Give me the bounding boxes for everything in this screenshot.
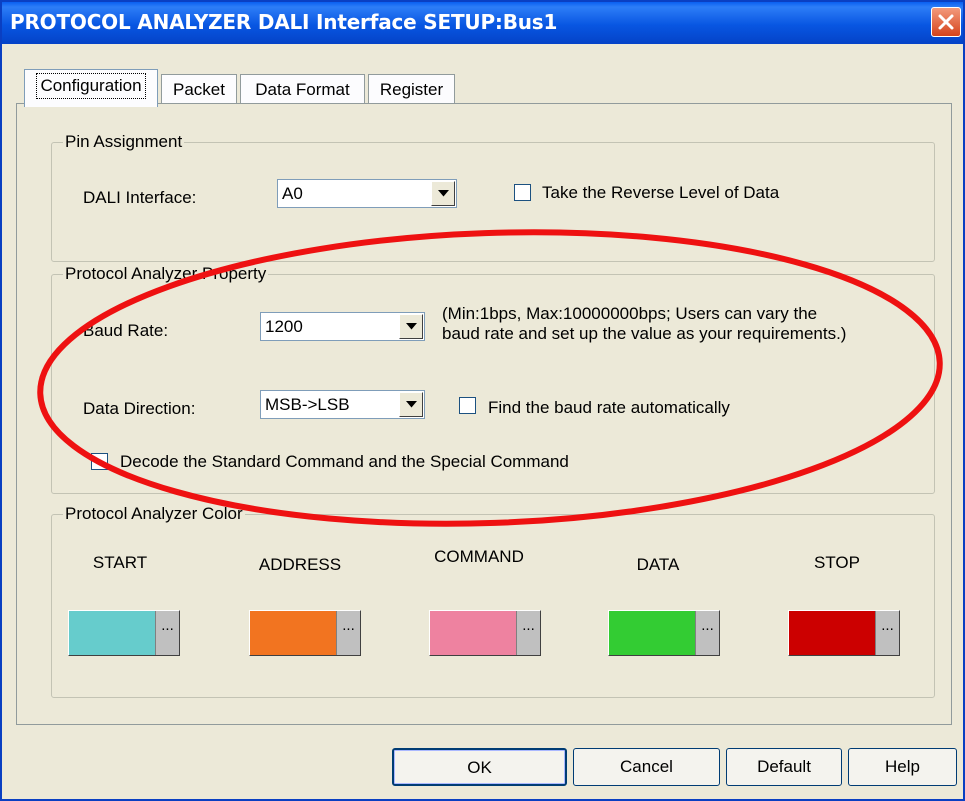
color-fill [69, 611, 155, 655]
property-legend: Protocol Analyzer Property [63, 264, 269, 284]
auto-baud-checkbox[interactable] [459, 397, 476, 414]
reverse-level-label: Take the Reverse Level of Data [542, 183, 780, 202]
dropdown-button[interactable] [399, 314, 423, 339]
color-fill [430, 611, 516, 655]
tab-panel-configuration: Pin Assignment DALI Interface: A0 Take t… [16, 103, 952, 725]
color-fill [609, 611, 695, 655]
color-label-stop: STOP [814, 553, 860, 572]
decode-commands-checkbox[interactable] [91, 453, 108, 470]
decode-commands-label: Decode the Standard Command and the Spec… [120, 452, 569, 471]
auto-baud-label: Find the baud rate automatically [488, 398, 730, 417]
pin-assignment-legend: Pin Assignment [63, 132, 185, 152]
close-button[interactable] [931, 7, 961, 37]
color-label-command: COMMAND [434, 547, 524, 566]
chevron-down-icon [406, 323, 417, 330]
default-button[interactable]: Default [726, 748, 842, 786]
color-picker-button[interactable]: ... [336, 611, 360, 655]
color-legend: Protocol Analyzer Color [63, 504, 245, 524]
color-swatch-start[interactable]: ... [68, 610, 180, 656]
data-direction-label: Data Direction: [83, 399, 196, 418]
dali-interface-select[interactable]: A0 [277, 179, 457, 208]
reverse-level-checkbox[interactable] [514, 184, 531, 201]
data-direction-select[interactable]: MSB->LSB [260, 390, 425, 419]
ok-button[interactable]: OK [392, 748, 567, 786]
tab-label: Data Format [255, 80, 350, 99]
color-swatch-stop[interactable]: ... [788, 610, 900, 656]
dropdown-button[interactable] [431, 181, 455, 206]
cancel-button[interactable]: Cancel [573, 748, 720, 786]
close-icon [938, 14, 954, 30]
color-picker-button[interactable]: ... [155, 611, 179, 655]
color-picker-button[interactable]: ... [695, 611, 719, 655]
help-button[interactable]: Help [848, 748, 957, 786]
color-fill [789, 611, 875, 655]
chevron-down-icon [406, 401, 417, 408]
color-picker-button[interactable]: ... [875, 611, 899, 655]
baud-rate-select[interactable]: 1200 [260, 312, 425, 341]
color-group [51, 514, 935, 698]
baud-rate-label: Baud Rate: [83, 321, 169, 340]
tab-packet[interactable]: Packet [161, 74, 237, 106]
tab-label: Register [379, 80, 444, 99]
tab-data-format[interactable]: Data Format [240, 74, 365, 106]
dialog-window: PROTOCOL ANALYZER DALI Interface SETUP:B… [0, 0, 965, 801]
color-fill [250, 611, 336, 655]
data-direction-value: MSB->LSB [265, 395, 350, 414]
tab-configuration[interactable]: Configuration [24, 69, 158, 107]
color-label-address: ADDRESS [258, 555, 342, 574]
baud-rate-note-line2: baud rate and set up the value as your r… [442, 324, 847, 343]
dali-interface-label: DALI Interface: [83, 188, 197, 207]
color-label-data: DATA [636, 555, 680, 574]
color-swatch-address[interactable]: ... [249, 610, 361, 656]
color-label-start: START [92, 553, 148, 572]
tab-label: Configuration [36, 73, 146, 99]
tab-label: Packet [173, 80, 225, 99]
color-picker-button[interactable]: ... [516, 611, 540, 655]
window-title: PROTOCOL ANALYZER DALI Interface SETUP:B… [10, 10, 558, 34]
tab-register[interactable]: Register [368, 74, 455, 106]
chevron-down-icon [438, 190, 449, 197]
color-swatch-data[interactable]: ... [608, 610, 720, 656]
baud-rate-value: 1200 [265, 317, 303, 336]
title-bar[interactable]: PROTOCOL ANALYZER DALI Interface SETUP:B… [2, 2, 963, 44]
dali-interface-value: A0 [282, 184, 303, 203]
baud-rate-note-line1: (Min:1bps, Max:10000000bps; Users can va… [442, 304, 818, 323]
dropdown-button[interactable] [399, 392, 423, 417]
color-swatch-command[interactable]: ... [429, 610, 541, 656]
